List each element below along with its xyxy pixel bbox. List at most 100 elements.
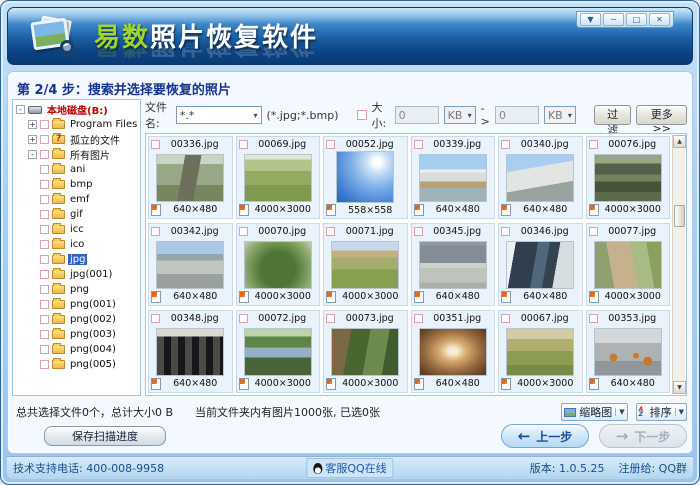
tree-item-icc[interactable]: icc — [13, 222, 140, 237]
photo-cell[interactable]: 00052.jpg 558×558 — [323, 136, 408, 219]
photo-thumbnail[interactable] — [418, 153, 487, 202]
photo-checkbox[interactable] — [501, 140, 510, 150]
tree-checkbox[interactable] — [40, 120, 49, 129]
photo-thumbnail[interactable] — [593, 153, 662, 202]
tree-checkbox[interactable] — [40, 255, 49, 264]
photo-cell[interactable]: 00071.jpg 4000×3000 — [323, 223, 408, 306]
expand-icon[interactable]: + — [28, 120, 37, 129]
photo-thumbnail[interactable] — [331, 327, 400, 376]
photo-checkbox[interactable] — [326, 227, 335, 237]
photo-cell[interactable]: 00069.jpg 4000×3000 — [235, 136, 320, 219]
filename-combobox[interactable]: *.* ▾ — [175, 106, 262, 124]
tree-checkbox[interactable] — [40, 300, 49, 309]
qq-service-button[interactable]: 客服QQ在线 — [306, 458, 394, 478]
tree-item-png(002)[interactable]: png(002) — [13, 312, 140, 327]
tree-item-所有图片[interactable]: - 所有图片 — [13, 147, 140, 162]
photo-cell[interactable]: 00348.jpg 640×480 — [148, 310, 233, 393]
tree-item-png(005)[interactable]: png(005) — [13, 357, 140, 372]
tree-checkbox[interactable] — [40, 150, 49, 159]
photo-cell[interactable]: 00351.jpg 640×480 — [410, 310, 495, 393]
photo-cell[interactable]: 00342.jpg 640×480 — [148, 223, 233, 306]
scroll-down-button[interactable]: ▼ — [673, 381, 686, 394]
photo-cell[interactable]: 00067.jpg 4000×3000 — [498, 310, 583, 393]
tree-item-png(003)[interactable]: png(003) — [13, 327, 140, 342]
menu-button[interactable]: ▼ — [580, 13, 601, 26]
photo-thumbnail[interactable] — [418, 240, 487, 289]
tree-checkbox[interactable] — [40, 360, 49, 369]
photo-thumbnail[interactable] — [243, 153, 312, 202]
tree-checkbox[interactable] — [40, 165, 49, 174]
photo-checkbox[interactable] — [501, 227, 510, 237]
filter-button[interactable]: 过滤 — [593, 105, 632, 137]
photo-thumbnail[interactable] — [593, 240, 662, 289]
tree-checkbox[interactable] — [40, 135, 49, 144]
tree-item-png[interactable]: png — [13, 282, 140, 297]
photo-thumbnail[interactable] — [243, 327, 312, 376]
tree-item-孤立的文件[interactable]: + 孤立的文件 — [13, 132, 140, 147]
photo-checkbox[interactable] — [413, 140, 423, 150]
photo-checkbox[interactable] — [326, 140, 335, 150]
photo-cell[interactable]: 00077.jpg 4000×3000 — [585, 223, 670, 306]
photo-checkbox[interactable] — [413, 227, 423, 237]
tree-checkbox[interactable] — [40, 195, 49, 204]
photo-checkbox[interactable] — [588, 314, 598, 324]
view-mode-button[interactable]: 缩略图 ▼ — [561, 403, 628, 421]
collapse-icon[interactable]: - — [28, 150, 37, 159]
tree-item-jpg[interactable]: jpg — [13, 252, 140, 267]
size-max-unit-select[interactable]: KB ▾ — [543, 106, 576, 124]
maximize-button[interactable]: □ — [626, 13, 647, 26]
tree-item-Program Files[interactable]: + Program Files — [13, 117, 140, 132]
photo-cell[interactable]: 00353.jpg 640×480 — [585, 310, 670, 393]
tree-item-gif[interactable]: gif — [13, 207, 140, 222]
tree-checkbox[interactable] — [40, 270, 49, 279]
tree-checkbox[interactable] — [40, 345, 49, 354]
minimize-button[interactable]: ─ — [603, 13, 624, 26]
tree-item-emf[interactable]: emf — [13, 192, 140, 207]
photo-thumbnail[interactable] — [156, 240, 225, 289]
vertical-scrollbar[interactable]: ▲ ▼ — [672, 135, 686, 394]
size-max-input[interactable] — [494, 106, 539, 124]
photo-cell[interactable]: 00346.jpg 640×480 — [498, 223, 583, 306]
tree-item-jpg(001)[interactable]: jpg(001) — [13, 267, 140, 282]
close-button[interactable]: ✕ — [649, 13, 670, 26]
size-min-unit-select[interactable]: KB ▾ — [443, 106, 476, 124]
tree-item-png(001)[interactable]: png(001) — [13, 297, 140, 312]
photo-checkbox[interactable] — [238, 140, 248, 150]
tree-checkbox[interactable] — [40, 180, 49, 189]
photo-checkbox[interactable] — [238, 227, 248, 237]
tree-item-png(004)[interactable]: png(004) — [13, 342, 140, 357]
tree-checkbox[interactable] — [40, 330, 49, 339]
photo-thumbnail[interactable] — [506, 327, 575, 376]
photo-checkbox[interactable] — [588, 227, 598, 237]
photo-cell[interactable]: 00073.jpg 4000×3000 — [323, 310, 408, 393]
photo-cell[interactable]: 00340.jpg 640×480 — [498, 136, 583, 219]
tree-checkbox[interactable] — [40, 285, 49, 294]
photo-thumbnail[interactable] — [336, 151, 395, 203]
photo-cell[interactable]: 00076.jpg 4000×3000 — [585, 136, 670, 219]
sort-button[interactable]: AZ 排序 ▼ — [635, 403, 687, 421]
collapse-icon[interactable]: - — [16, 105, 25, 114]
photo-cell[interactable]: 00072.jpg 4000×3000 — [235, 310, 320, 393]
tree-checkbox[interactable] — [40, 240, 49, 249]
photo-thumbnail[interactable] — [418, 327, 487, 376]
photo-cell[interactable]: 00336.jpg 640×480 — [148, 136, 233, 219]
scroll-up-button[interactable]: ▲ — [673, 135, 686, 148]
next-step-button[interactable]: → 下一步 — [599, 424, 687, 448]
photo-checkbox[interactable] — [501, 314, 510, 324]
tree-item-bmp[interactable]: bmp — [13, 177, 140, 192]
more-button[interactable]: 更多>> — [636, 105, 687, 135]
scrollbar-thumb[interactable] — [674, 205, 685, 227]
tree-checkbox[interactable] — [40, 210, 49, 219]
prev-step-button[interactable]: ← 上一步 — [501, 424, 589, 448]
tree-item-ani[interactable]: ani — [13, 162, 140, 177]
photo-thumbnail[interactable] — [506, 240, 575, 289]
photo-checkbox[interactable] — [326, 314, 335, 324]
photo-thumbnail[interactable] — [243, 240, 312, 289]
photo-checkbox[interactable] — [151, 140, 160, 150]
photo-cell[interactable]: 00070.jpg 4000×3000 — [235, 223, 320, 306]
photo-thumbnail[interactable] — [506, 153, 575, 202]
size-filter-checkbox[interactable] — [356, 110, 367, 120]
save-progress-button[interactable]: 保存扫描进度 — [44, 426, 166, 446]
expand-icon[interactable]: + — [28, 135, 37, 144]
photo-thumbnail[interactable] — [593, 327, 662, 376]
